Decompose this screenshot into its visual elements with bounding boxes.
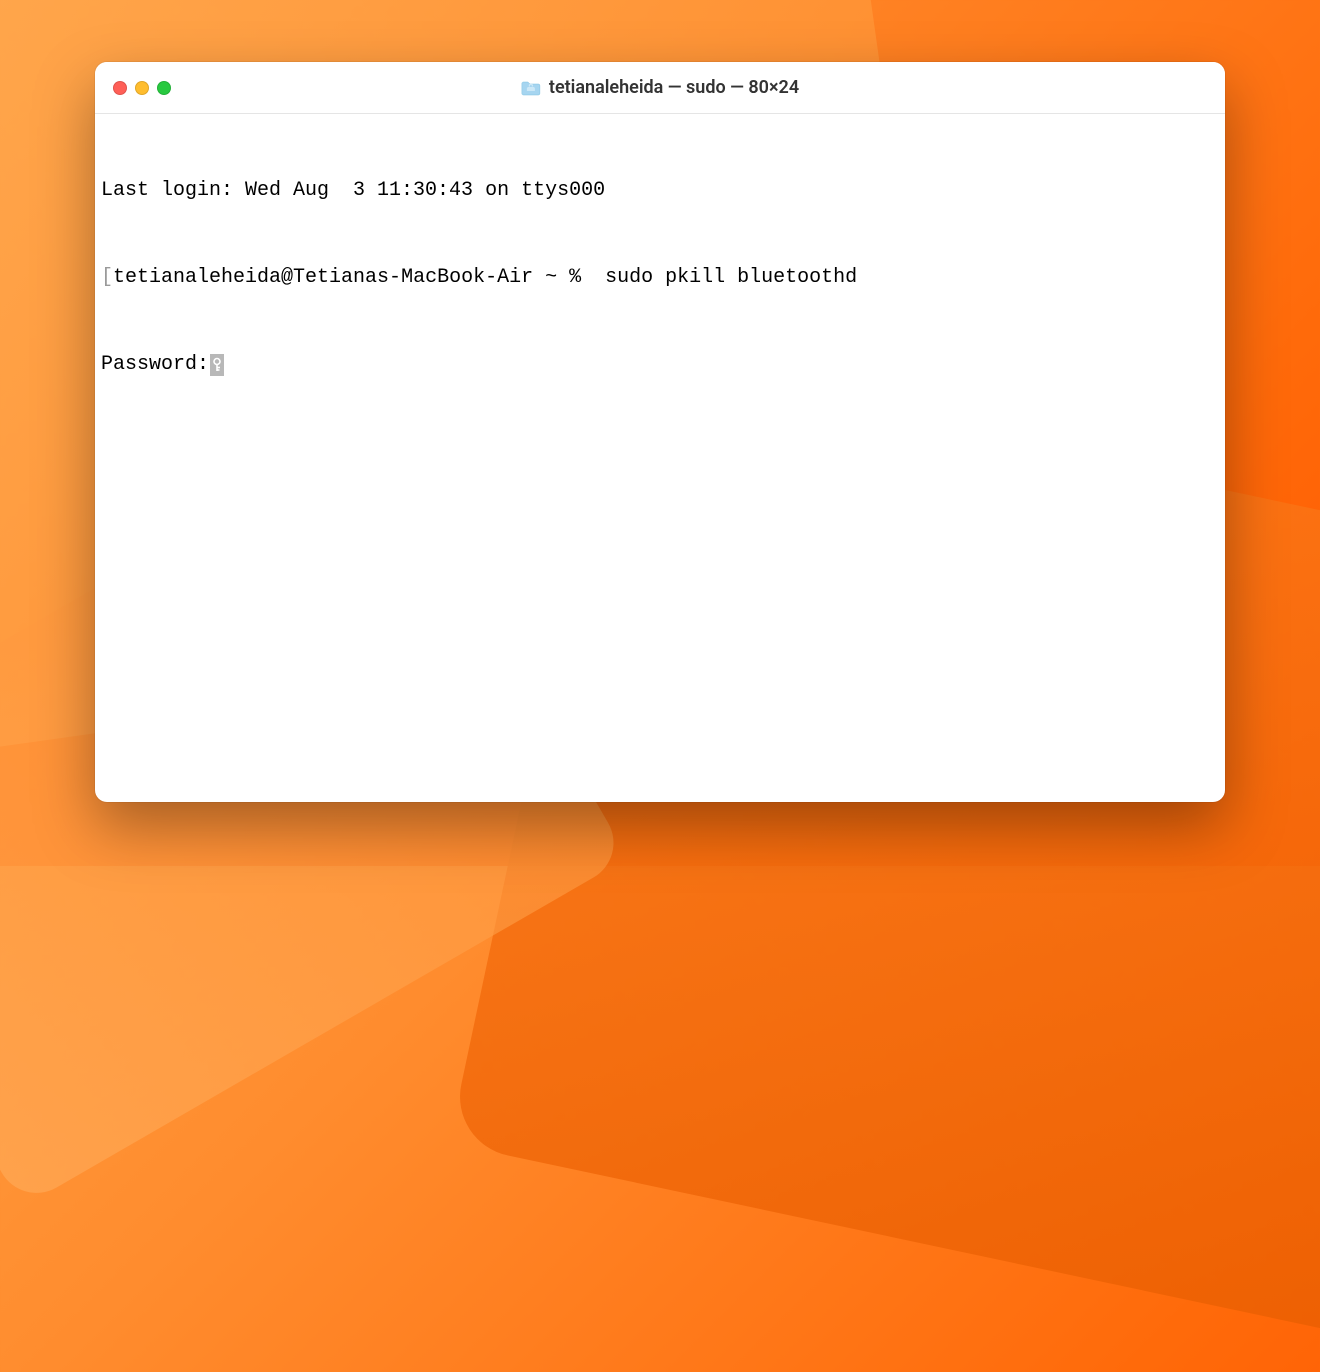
entered-command: sudo pkill bluetoothd	[593, 263, 857, 292]
password-prompt: Password:	[101, 350, 209, 379]
traffic-lights	[113, 81, 171, 95]
folder-icon	[521, 80, 541, 96]
terminal-window: tetianaleheida — sudo — 80×24 Last login…	[95, 62, 1225, 802]
minimize-button[interactable]	[135, 81, 149, 95]
prompt-line: [tetianaleheida@Tetianas-MacBook-Air ~ %…	[101, 263, 1219, 292]
shell-prompt: tetianaleheida@Tetianas-MacBook-Air ~ %	[113, 263, 593, 292]
password-line: Password:	[101, 350, 1219, 379]
title-bar[interactable]: tetianaleheida — sudo — 80×24	[95, 62, 1225, 114]
window-title: tetianaleheida — sudo — 80×24	[521, 77, 799, 98]
bracket-open: [	[101, 263, 113, 292]
key-cursor-icon[interactable]	[210, 354, 224, 376]
maximize-button[interactable]	[157, 81, 171, 95]
terminal-body[interactable]: Last login: Wed Aug 3 11:30:43 on ttys00…	[95, 114, 1225, 802]
close-button[interactable]	[113, 81, 127, 95]
window-title-text: tetianaleheida — sudo — 80×24	[549, 77, 799, 98]
last-login-line: Last login: Wed Aug 3 11:30:43 on ttys00…	[101, 176, 1219, 205]
